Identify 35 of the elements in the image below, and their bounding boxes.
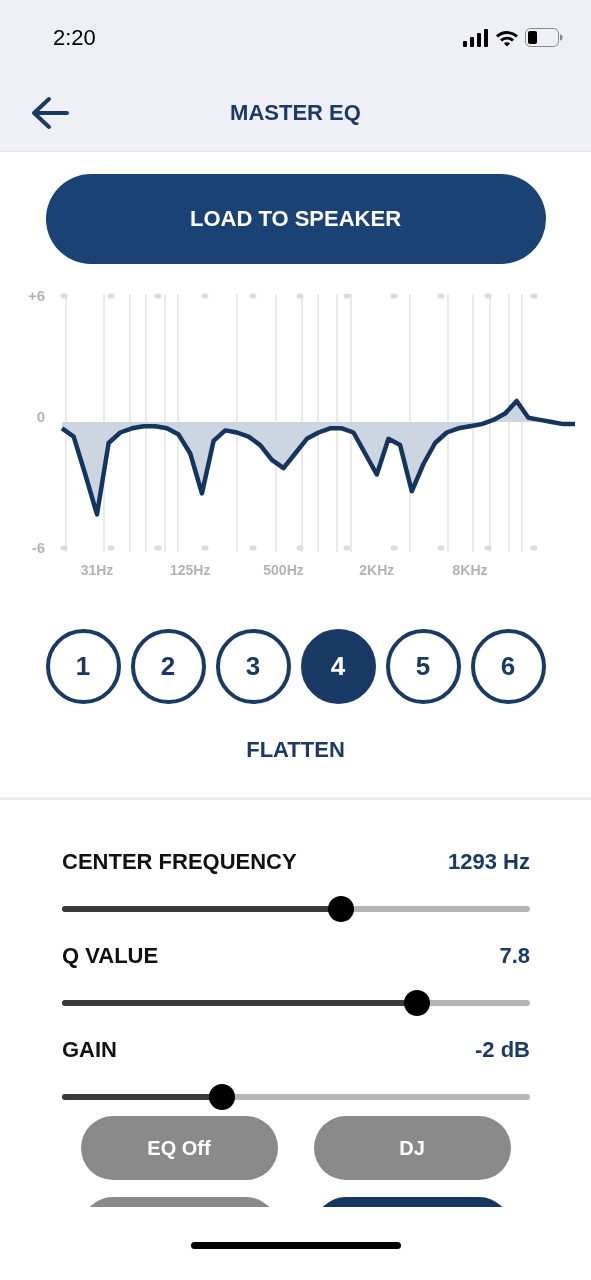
axis-label: 500Hz xyxy=(263,562,304,578)
band-type-label: FLATTEN xyxy=(246,737,345,762)
status-time: 2:20 xyxy=(53,24,96,51)
band-button[interactable]: 3 xyxy=(215,629,291,704)
axis-label: +6 xyxy=(27,287,45,304)
wifi-icon xyxy=(495,28,519,47)
axis-label: 2KHz xyxy=(359,562,395,578)
screen-title: MASTER EQ xyxy=(230,100,361,125)
slider-thumb[interactable] xyxy=(327,896,354,922)
axis-label: 31Hz xyxy=(80,562,114,578)
slider-thumb[interactable] xyxy=(209,1084,236,1110)
band-button[interactable]: 5 xyxy=(385,629,461,704)
back-arrow-icon xyxy=(31,96,69,130)
band-button[interactable]: 2 xyxy=(130,629,206,704)
parameter-value: 1293 Hz xyxy=(448,849,530,875)
axis-label: 8KHz xyxy=(452,562,488,578)
band-button[interactable]: 1 xyxy=(45,629,121,704)
slider[interactable] xyxy=(62,896,530,922)
axis-label: -6 xyxy=(31,539,45,556)
band-button[interactable]: 6 xyxy=(470,629,546,704)
parameter-label: Q VALUE xyxy=(62,943,159,969)
slider[interactable] xyxy=(62,990,530,1016)
axis-label: 125Hz xyxy=(170,562,211,578)
slider-thumb[interactable] xyxy=(403,990,430,1016)
back-button[interactable] xyxy=(31,96,69,130)
axis-label: 0 xyxy=(36,408,45,425)
battery-icon xyxy=(525,28,563,47)
parameter-value: -2 dB xyxy=(475,1037,530,1063)
band-button[interactable]: 4 xyxy=(300,629,376,704)
parameter-value: 7.8 xyxy=(499,943,530,969)
parameter-label: GAIN xyxy=(62,1037,117,1063)
parameter-label: CENTER FREQUENCY xyxy=(62,849,297,875)
load-to-speaker-button[interactable]: LOAD TO SPEAKER xyxy=(45,174,546,264)
signal-icon xyxy=(463,28,489,47)
slider[interactable] xyxy=(62,1084,530,1110)
